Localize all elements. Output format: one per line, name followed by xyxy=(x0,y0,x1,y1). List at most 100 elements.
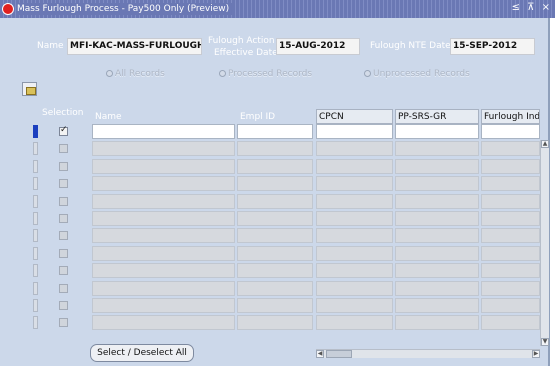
radio-all-records[interactable]: All Records xyxy=(106,69,165,79)
cell-cpcn[interactable] xyxy=(316,211,393,226)
cell-cpcn[interactable] xyxy=(316,159,393,174)
cell-name[interactable] xyxy=(92,246,235,261)
cell-empl-id[interactable] xyxy=(237,124,313,139)
cell-cpcn[interactable] xyxy=(316,263,393,278)
selection-checkbox[interactable] xyxy=(59,144,68,153)
cell-furlough-indicator[interactable] xyxy=(481,228,540,243)
cell-furlough-indicator[interactable] xyxy=(481,281,540,296)
selection-checkbox[interactable] xyxy=(59,162,68,171)
row-indicator[interactable] xyxy=(33,247,38,260)
radio-processed-records[interactable]: Processed Records xyxy=(219,69,312,79)
cell-pp-srs-gr[interactable] xyxy=(395,159,479,174)
cell-empl-id[interactable] xyxy=(237,315,313,330)
cell-pp-srs-gr[interactable] xyxy=(395,246,479,261)
cell-name[interactable] xyxy=(92,194,235,209)
cell-pp-srs-gr[interactable] xyxy=(395,281,479,296)
cell-pp-srs-gr[interactable] xyxy=(395,176,479,191)
cell-name[interactable] xyxy=(92,281,235,296)
cell-name[interactable] xyxy=(92,124,235,139)
cell-empl-id[interactable] xyxy=(237,228,313,243)
cell-cpcn[interactable] xyxy=(316,228,393,243)
selection-checkbox[interactable] xyxy=(59,284,68,293)
cell-pp-srs-gr[interactable] xyxy=(395,228,479,243)
cell-pp-srs-gr[interactable] xyxy=(395,124,479,139)
horizontal-scrollbar[interactable]: ◀ ▶ xyxy=(316,349,540,358)
cell-empl-id[interactable] xyxy=(237,281,313,296)
cell-empl-id[interactable] xyxy=(237,211,313,226)
scroll-right-icon[interactable]: ▶ xyxy=(532,350,540,358)
selection-checkbox[interactable] xyxy=(59,318,68,327)
cell-empl-id[interactable] xyxy=(237,141,313,156)
cell-furlough-indicator[interactable] xyxy=(481,141,540,156)
selection-checkbox[interactable] xyxy=(59,301,68,310)
column-header-furlough-indicator[interactable]: Furlough Indic xyxy=(481,109,540,124)
cell-furlough-indicator[interactable] xyxy=(481,176,540,191)
cell-pp-srs-gr[interactable] xyxy=(395,211,479,226)
cell-cpcn[interactable] xyxy=(316,315,393,330)
column-header-pp-srs-gr[interactable]: PP-SRS-GR xyxy=(395,109,479,124)
cell-cpcn[interactable] xyxy=(316,124,393,139)
row-indicator[interactable] xyxy=(33,264,38,277)
vertical-scrollbar[interactable]: ▲ ▼ xyxy=(540,140,549,346)
cell-cpcn[interactable] xyxy=(316,281,393,296)
cell-empl-id[interactable] xyxy=(237,246,313,261)
cell-cpcn[interactable] xyxy=(316,298,393,313)
selection-checkbox[interactable] xyxy=(59,125,68,136)
scroll-down-icon[interactable]: ▼ xyxy=(541,338,549,346)
cell-furlough-indicator[interactable] xyxy=(481,159,540,174)
open-folder-icon[interactable] xyxy=(22,82,37,96)
cell-empl-id[interactable] xyxy=(237,159,313,174)
cell-empl-id[interactable] xyxy=(237,194,313,209)
cell-furlough-indicator[interactable] xyxy=(481,246,540,261)
cell-furlough-indicator[interactable] xyxy=(481,211,540,226)
cell-name[interactable] xyxy=(92,176,235,191)
row-indicator[interactable] xyxy=(33,212,38,225)
cell-empl-id[interactable] xyxy=(237,298,313,313)
row-indicator[interactable] xyxy=(33,316,38,329)
column-header-cpcn[interactable]: CPCN xyxy=(316,109,393,124)
scroll-up-icon[interactable]: ▲ xyxy=(541,140,549,148)
row-indicator[interactable] xyxy=(33,299,38,312)
cell-name[interactable] xyxy=(92,298,235,313)
selection-checkbox[interactable] xyxy=(59,197,68,206)
cell-furlough-indicator[interactable] xyxy=(481,194,540,209)
cell-cpcn[interactable] xyxy=(316,246,393,261)
cell-empl-id[interactable] xyxy=(237,176,313,191)
scroll-left-icon[interactable]: ◀ xyxy=(316,350,324,358)
cell-name[interactable] xyxy=(92,159,235,174)
cell-cpcn[interactable] xyxy=(316,176,393,191)
scroll-thumb[interactable] xyxy=(326,350,352,358)
cell-name[interactable] xyxy=(92,211,235,226)
row-indicator[interactable] xyxy=(33,195,38,208)
cell-cpcn[interactable] xyxy=(316,141,393,156)
row-indicator[interactable] xyxy=(33,229,38,242)
cell-pp-srs-gr[interactable] xyxy=(395,194,479,209)
cell-furlough-indicator[interactable] xyxy=(481,263,540,278)
nte-date-field[interactable]: 15-SEP-2012 xyxy=(450,38,535,55)
cell-cpcn[interactable] xyxy=(316,194,393,209)
selection-checkbox[interactable] xyxy=(59,179,68,188)
selection-checkbox[interactable] xyxy=(59,266,68,275)
radio-unprocessed-records[interactable]: Unprocessed Records xyxy=(364,69,470,79)
action-date-field[interactable]: 15-AUG-2012 xyxy=(276,38,360,55)
row-indicator[interactable] xyxy=(33,177,38,190)
window-controls-icon[interactable]: ≤ ⊼ × xyxy=(512,2,552,13)
row-indicator[interactable] xyxy=(33,160,38,173)
cell-pp-srs-gr[interactable] xyxy=(395,141,479,156)
name-field[interactable]: MFI-KAC-MASS-FURLOUGH- xyxy=(67,38,202,55)
row-indicator[interactable] xyxy=(33,125,38,138)
cell-furlough-indicator[interactable] xyxy=(481,315,540,330)
row-indicator[interactable] xyxy=(33,142,38,155)
selection-checkbox[interactable] xyxy=(59,231,68,240)
cell-pp-srs-gr[interactable] xyxy=(395,263,479,278)
row-indicator[interactable] xyxy=(33,282,38,295)
title-bar[interactable]: Mass Furlough Process - Pay500 Only (Pre… xyxy=(0,0,555,18)
cell-furlough-indicator[interactable] xyxy=(481,298,540,313)
selection-checkbox[interactable] xyxy=(59,214,68,223)
cell-empl-id[interactable] xyxy=(237,263,313,278)
selection-checkbox[interactable] xyxy=(59,249,68,258)
cell-name[interactable] xyxy=(92,228,235,243)
cell-name[interactable] xyxy=(92,315,235,330)
cell-name[interactable] xyxy=(92,141,235,156)
cell-name[interactable] xyxy=(92,263,235,278)
